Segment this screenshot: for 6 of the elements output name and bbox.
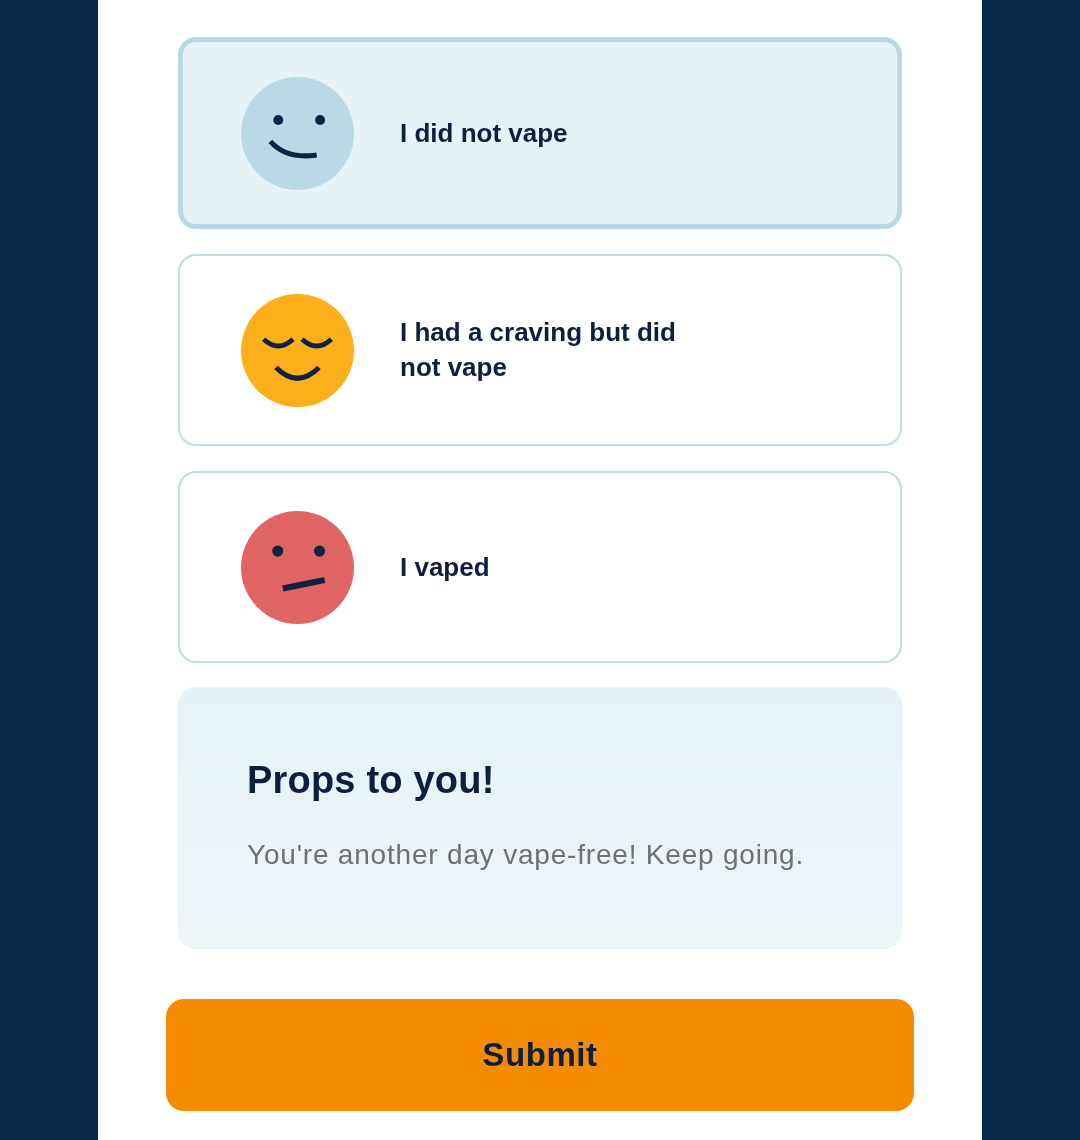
feedback-message: You're another day vape-free! Keep going. bbox=[247, 838, 806, 872]
feedback-title: Props to you! bbox=[247, 758, 496, 803]
submit-button[interactable]: Submit bbox=[166, 999, 914, 1111]
option-card[interactable]: I did not vape bbox=[178, 37, 902, 229]
option-card[interactable]: I vaped bbox=[178, 471, 902, 663]
option-card[interactable]: I had a craving but did not vape bbox=[178, 254, 902, 446]
